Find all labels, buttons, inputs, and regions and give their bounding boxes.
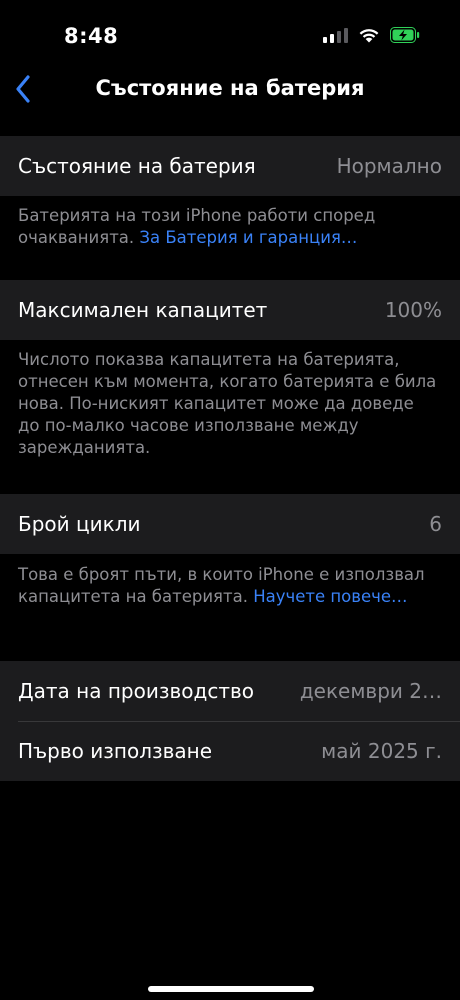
- manufacture-date-label: Дата на производство: [18, 679, 254, 703]
- cycle-count-group: Брой цикли 6: [0, 494, 460, 554]
- battery-warranty-link[interactable]: За Батерия и гаранция…: [139, 228, 357, 247]
- page-title: Състояние на батерия: [95, 76, 365, 100]
- learn-more-link[interactable]: Научете повече…: [253, 587, 407, 606]
- wifi-icon: [358, 27, 380, 43]
- max-capacity-value: 100%: [384, 298, 442, 322]
- max-capacity-row: Максимален капацитет 100%: [0, 280, 460, 340]
- first-use-row: Първо използване май 2025 г.: [0, 721, 460, 781]
- cellular-signal-icon: [323, 27, 348, 43]
- dates-group: Дата на производство декември 2… Първо и…: [0, 661, 460, 781]
- manufacture-date-value: декември 2…: [299, 679, 442, 703]
- cycle-count-footnote: Това е броят пъти, в които iPhone е изпо…: [18, 564, 438, 608]
- first-use-label: Първо използване: [18, 739, 213, 763]
- max-capacity-footnote: Числото показва капацитета на батерията,…: [18, 350, 437, 457]
- status-icons: [323, 27, 420, 43]
- battery-health-value: Нормално: [336, 154, 442, 178]
- cycle-count-value: 6: [429, 512, 442, 536]
- screen: 8:48 Състояние на батерия Състояние на б…: [0, 0, 460, 1000]
- battery-health-row: Състояние на батерия Нормално: [0, 136, 460, 196]
- cycle-count-row: Брой цикли 6: [0, 494, 460, 554]
- first-use-value: май 2025 г.: [321, 739, 442, 763]
- cycle-count-label: Брой цикли: [18, 512, 141, 536]
- max-capacity-group: Максимален капацитет 100%: [0, 280, 460, 340]
- battery-health-footnote: Батерията на този iPhone работи според о…: [18, 205, 438, 249]
- battery-health-group: Състояние на батерия Нормално: [0, 136, 460, 196]
- manufacture-date-row: Дата на производство декември 2…: [0, 661, 460, 721]
- status-bar: 8:48: [0, 0, 460, 70]
- navigation-bar: Състояние на батерия: [0, 64, 460, 114]
- status-time: 8:48: [64, 24, 119, 48]
- home-indicator[interactable]: [148, 986, 314, 992]
- battery-health-label: Състояние на батерия: [18, 154, 256, 178]
- battery-charging-icon: [390, 27, 420, 43]
- max-capacity-label: Максимален капацитет: [18, 298, 268, 322]
